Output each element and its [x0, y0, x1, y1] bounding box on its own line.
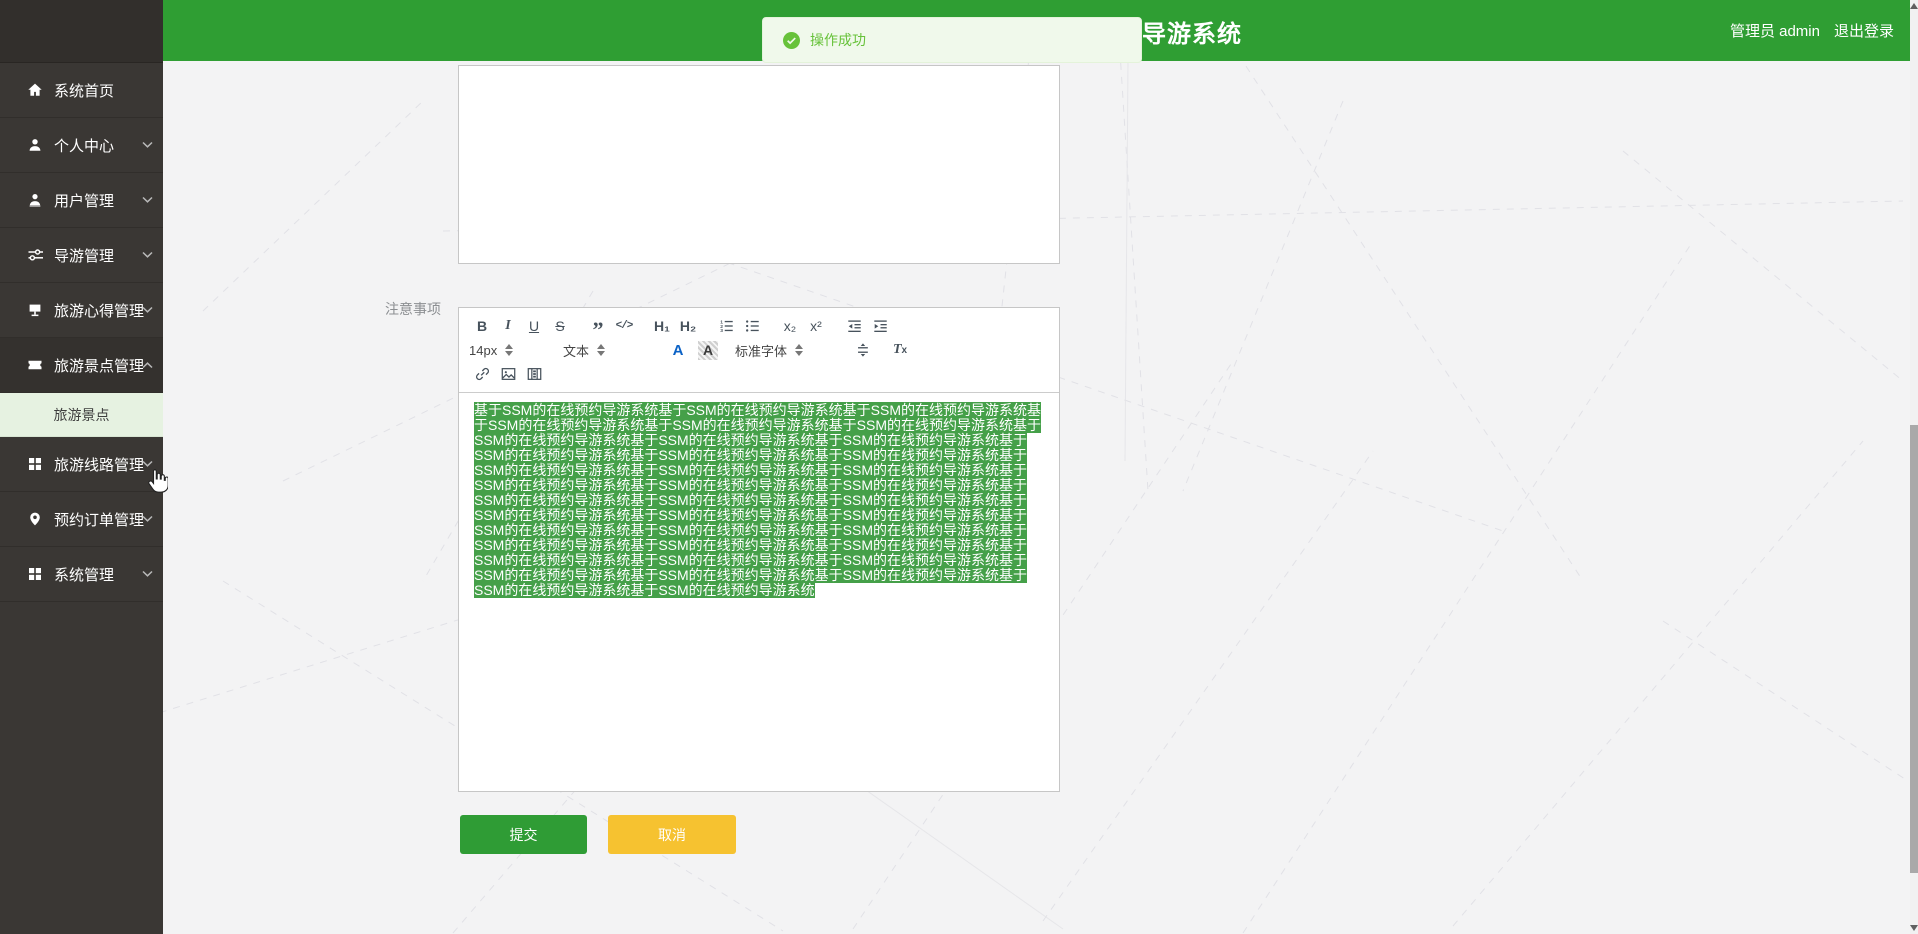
- cancel-button[interactable]: 取消: [608, 815, 736, 854]
- sidebar-item-attractions[interactable]: 旅游景点管理: [0, 338, 163, 393]
- check-circle-icon: [783, 31, 800, 49]
- sidebar-item-label: 预约订单管理: [54, 511, 145, 529]
- board-icon: [27, 302, 43, 318]
- bold-button[interactable]: B: [469, 314, 495, 338]
- ordered-list-button[interactable]: 123: [713, 314, 739, 338]
- success-toast: 操作成功: [762, 17, 1142, 63]
- chevron-down-icon: [142, 141, 153, 149]
- background-color-icon: A: [698, 340, 718, 360]
- sidebar-item-label: 系统首页: [54, 82, 115, 100]
- link-button[interactable]: [469, 362, 495, 386]
- chevron-down-icon: [142, 570, 153, 578]
- sidebar-item-routes[interactable]: 旅游线路管理: [0, 437, 163, 492]
- sliders-icon: [27, 247, 43, 263]
- image-button[interactable]: [495, 362, 521, 386]
- font-family-picker[interactable]: 标准字体: [735, 338, 837, 362]
- grid-icon: [27, 456, 43, 472]
- sidebar-item-orders[interactable]: 预约订单管理: [0, 492, 163, 547]
- main-content: 注意事项 B I U S ” </> H₁ H₂ 123 x₂ x² 14px …: [163, 61, 1910, 934]
- toolbar-row-2: 14px 文本 A A 标准字体 Tx: [469, 338, 1049, 362]
- user-icon: [27, 192, 43, 208]
- background-color-button[interactable]: A: [695, 338, 721, 362]
- underline-button[interactable]: U: [521, 314, 547, 338]
- sidebar-item-home[interactable]: 系统首页: [0, 63, 163, 118]
- code-block-button[interactable]: </>: [611, 314, 637, 338]
- rich-text-editor: B I U S ” </> H₁ H₂ 123 x₂ x² 14px 文本 A …: [458, 307, 1060, 792]
- toolbar-row-1: B I U S ” </> H₁ H₂ 123 x₂ x²: [469, 314, 1049, 341]
- superscript-button[interactable]: x²: [803, 314, 829, 338]
- header2-button[interactable]: H₂: [675, 314, 701, 338]
- line-height-button[interactable]: [849, 338, 875, 362]
- sidebar-logo-area: [0, 0, 163, 63]
- format-picker[interactable]: 文本: [563, 338, 649, 362]
- home-icon: [27, 82, 43, 98]
- ticket-icon: [27, 357, 43, 373]
- sidebar-item-system[interactable]: 系统管理: [0, 547, 163, 602]
- chevron-down-icon: [142, 251, 153, 259]
- sidebar-item-label: 系统管理: [54, 566, 115, 584]
- scrollbar-up-arrow[interactable]: [1910, 3, 1918, 9]
- video-button[interactable]: [521, 362, 547, 386]
- user-info: 管理员 admin: [1729, 23, 1820, 40]
- text-color-button[interactable]: A: [665, 338, 691, 362]
- strikethrough-button[interactable]: S: [547, 314, 573, 338]
- sidebar-item-label: 旅游线路管理: [54, 456, 145, 474]
- font-size-picker[interactable]: 14px: [469, 338, 549, 362]
- submit-button[interactable]: 提交: [460, 815, 587, 854]
- highlighted-text: 基于SSM的在线预约导游系统基于SSM的在线预约导游系统基于SSM的在线预约导游…: [474, 402, 1042, 598]
- toast-message: 操作成功: [810, 32, 866, 48]
- chevron-down-icon: [142, 306, 153, 314]
- chevron-up-icon: [142, 362, 153, 369]
- scrollbar-thumb[interactable]: [1910, 425, 1918, 873]
- chevron-down-icon: [142, 196, 153, 204]
- scrollbar-down-arrow[interactable]: [1910, 925, 1918, 931]
- sidebar-subitem-attractions-list[interactable]: 旅游景点: [0, 393, 163, 437]
- sidebar-item-users[interactable]: 用户管理: [0, 173, 163, 228]
- grid-icon: [27, 566, 43, 582]
- chevron-down-icon: [142, 515, 153, 523]
- sidebar-item-label: 个人中心: [54, 137, 115, 155]
- toolbar-row-3: [469, 362, 1049, 386]
- logout-link[interactable]: 退出登录: [1834, 20, 1894, 41]
- editor-toolbar: B I U S ” </> H₁ H₂ 123 x₂ x² 14px 文本 A …: [459, 308, 1059, 393]
- page-scrollbar[interactable]: [1910, 0, 1918, 934]
- sidebar-item-travel-notes[interactable]: 旅游心得管理: [0, 283, 163, 338]
- sidebar-item-label: 旅游心得管理: [54, 302, 145, 320]
- sidebar-item-label: 旅游景点管理: [54, 357, 145, 375]
- sidebar: 系统首页 个人中心 用户管理 导游管理 旅游心得管理 旅游景点管理 旅游景点 旅…: [0, 0, 163, 934]
- sidebar-item-guides[interactable]: 导游管理: [0, 228, 163, 283]
- user-icon: [27, 137, 43, 153]
- chevron-down-icon: [142, 460, 153, 468]
- spinner-arrows-icon: [597, 344, 606, 356]
- bullet-list-button[interactable]: [739, 314, 765, 338]
- pin-icon: [27, 511, 43, 527]
- header-user-area: 管理员 admin 退出登录: [1730, 20, 1894, 41]
- clear-format-button[interactable]: Tx: [887, 338, 913, 362]
- editor-content-area[interactable]: 基于SSM的在线预约导游系统基于SSM的在线预约导游系统基于SSM的在线预约导游…: [459, 393, 1059, 793]
- spinner-arrows-icon: [795, 344, 804, 356]
- spinner-arrows-icon: [505, 344, 514, 356]
- sidebar-item-label: 导游管理: [54, 247, 115, 265]
- sidebar-item-profile[interactable]: 个人中心: [0, 118, 163, 173]
- svg-text:3: 3: [720, 328, 723, 334]
- indent-button[interactable]: [867, 314, 893, 338]
- subscript-button[interactable]: x₂: [777, 314, 803, 338]
- header1-button[interactable]: H₁: [649, 314, 675, 338]
- sidebar-subitem-label: 旅游景点: [53, 406, 110, 423]
- previous-field-panel: [458, 65, 1060, 264]
- field-label-notes: 注意事项: [385, 301, 441, 317]
- outdent-button[interactable]: [841, 314, 867, 338]
- sidebar-item-label: 用户管理: [54, 192, 115, 210]
- italic-button[interactable]: I: [495, 314, 521, 338]
